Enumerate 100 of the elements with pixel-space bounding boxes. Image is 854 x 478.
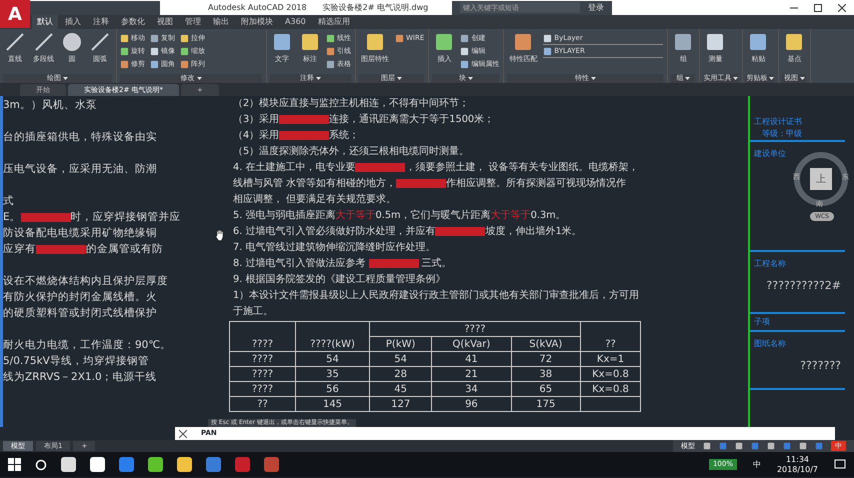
notification-icon[interactable] <box>834 458 846 470</box>
ime-indicator[interactable]: 中 <box>752 458 761 470</box>
close-icon[interactable] <box>838 4 846 12</box>
taskbar-clock[interactable]: 11:34 2018/10/7 <box>776 454 818 474</box>
viewcube-face[interactable]: 上 <box>810 168 832 190</box>
note-text: 0.5m，它们与暖气片距离 <box>375 210 491 221</box>
caret-icon <box>590 77 596 80</box>
highlight-mark <box>279 130 330 140</box>
taskbar-app-icon[interactable] <box>90 457 105 472</box>
note-text: 防设备配电电缆采用矿物绝缘铜 <box>3 227 157 239</box>
ribbon-tab[interactable]: 管理 <box>180 15 206 29</box>
caret-icon <box>468 77 473 80</box>
ribbon-tab[interactable]: 参数化 <box>116 15 150 29</box>
note-text: 6. 过墙电气引入管必须做好防水处理，并应有 <box>233 226 436 237</box>
note-text: 0.3m。 <box>530 210 566 221</box>
table-cell: S(kVA) <box>511 336 580 352</box>
note-text: 台的插座箱供电，特殊设备由实 <box>3 131 157 143</box>
login-link[interactable]: 登录 <box>588 2 604 14</box>
note-text: 1）本设计文件需报县级以上人民政府建设行政主管部门或其他有关部门审查批准后，方可用 <box>233 290 640 301</box>
ribbon-tab[interactable]: 默认 <box>32 15 58 29</box>
note-text: 式 <box>3 195 14 207</box>
tool-icon <box>705 32 726 52</box>
note-text: 线为ZRRVS－2X1.0；电源干线 <box>3 371 157 383</box>
table-cell: 54 <box>296 352 370 366</box>
field-label: 建设单位 <box>754 148 786 160</box>
table-cell: ???? <box>230 382 296 396</box>
table-cell: 54 <box>370 352 432 366</box>
app-logo[interactable]: A <box>0 0 30 28</box>
hand-cursor-icon <box>215 228 226 241</box>
maximize-icon[interactable] <box>814 4 822 12</box>
caret-icon <box>769 77 774 80</box>
field-value: ??????????2# <box>765 278 841 294</box>
ribbon-tab[interactable]: 附加模块 <box>236 15 278 29</box>
line-tool-icon <box>5 32 25 52</box>
note-text: 坡度，伸出墙外1米。 <box>485 226 582 237</box>
note-text: 耐火电力电缆，工作温度：90℃。 <box>3 339 172 351</box>
highlighted-text: 大于等于 <box>335 210 376 221</box>
table-cell: 56 <box>296 382 370 396</box>
ribbon-tab[interactable]: 输出 <box>208 15 234 29</box>
note-text: （5）温度探测除壳体外，还须三根相电缆同时测量。 <box>233 146 470 157</box>
field-label: 工程名称 <box>754 258 786 270</box>
field-value: ??????? <box>799 358 841 374</box>
note-text: 压电气设备，应采用无油、防潮 <box>3 163 157 175</box>
table-cell: 96 <box>432 396 512 412</box>
highlight-mark <box>279 114 330 124</box>
search-icon[interactable] <box>35 458 47 470</box>
ribbon-tab[interactable]: A360 <box>280 15 311 29</box>
taskbar-app-icon[interactable] <box>177 457 192 472</box>
highlighted-text: 大于等于 <box>490 210 531 221</box>
tool-icon <box>673 32 694 52</box>
note-text: 有防火保护的封闭金属线槽。火 <box>3 291 157 303</box>
tool-icon <box>434 32 454 52</box>
ribbon-tab[interactable]: 注释 <box>88 15 114 29</box>
note-text: 线槽与风管 水管等如有相碰的地方， <box>233 178 396 189</box>
table-cell: P(kW) <box>370 336 432 352</box>
taskbar-app-icon[interactable] <box>61 457 76 472</box>
note-text: 的硬质塑料管或封闭式线槽保护 <box>3 307 157 319</box>
ribbon-tab[interactable]: 插入 <box>60 15 86 29</box>
table-cell: Kx=1 <box>580 352 640 366</box>
window-title: Autodesk AutoCAD 2018 <box>208 2 307 14</box>
table-cell: ?? <box>580 322 640 352</box>
highlight-mark <box>355 162 406 172</box>
ribbon-tab[interactable]: 精选应用 <box>312 15 355 29</box>
note-text: 的金属管或有防 <box>86 243 163 255</box>
table-cell: 41 <box>432 352 512 366</box>
ribbon-tab[interactable]: 视图 <box>152 15 178 29</box>
note-text: 4. 在土建施工中，电专业要 <box>233 162 356 173</box>
tool-icon <box>365 32 385 52</box>
line-tool-icon <box>34 32 54 52</box>
table-cell: ?? <box>230 396 296 412</box>
note-text: 时，应穿焊接钢管并应 <box>70 211 181 223</box>
caret-icon <box>316 77 321 80</box>
table-cell: 145 <box>296 396 370 412</box>
table-cell: Kx=0.8 <box>580 366 640 382</box>
table-cell: ???? <box>230 322 296 352</box>
note-text: 5. 强电与弱电插座距离 <box>233 210 336 221</box>
note-text: 三式。 <box>420 258 452 269</box>
note-text: 连接，通讯距离需大于等于1500米； <box>329 114 494 125</box>
table-cell: 175 <box>511 396 580 412</box>
taskbar-app-icon[interactable] <box>148 457 163 472</box>
tool-icon <box>513 32 534 52</box>
start-icon[interactable] <box>8 458 21 471</box>
field-label: 子项 <box>754 316 770 328</box>
table-cell: ???? <box>230 352 296 366</box>
note-text: E。 <box>3 211 21 223</box>
caret-icon <box>685 77 690 80</box>
file-name: 实验设备楼2# 电气说明.dwg <box>322 2 428 14</box>
table-cell: ???? <box>230 366 296 382</box>
grade-label: 等级：甲级 <box>762 128 803 140</box>
table-cell: 72 <box>511 352 580 366</box>
table-cell: 127 <box>370 396 432 412</box>
line-tool-icon <box>90 32 110 52</box>
note-text: 9. 根据国务院签发的《建设工程质量管理条例》 <box>233 274 446 285</box>
note-text: 7. 电气管线过建筑物伸缩沉降缝时应作处理。 <box>233 242 436 253</box>
note-text: 5/0.75kV导线，均穿焊接钢管 <box>3 355 149 367</box>
caret-icon <box>397 77 402 80</box>
note-text: 应穿有 <box>3 243 36 255</box>
note-text: （2）模块应直接与监控主机相连，不得有中间环节； <box>233 98 470 109</box>
close-icon[interactable] <box>179 430 187 438</box>
table-cell: Kx=0.8 <box>580 382 640 396</box>
